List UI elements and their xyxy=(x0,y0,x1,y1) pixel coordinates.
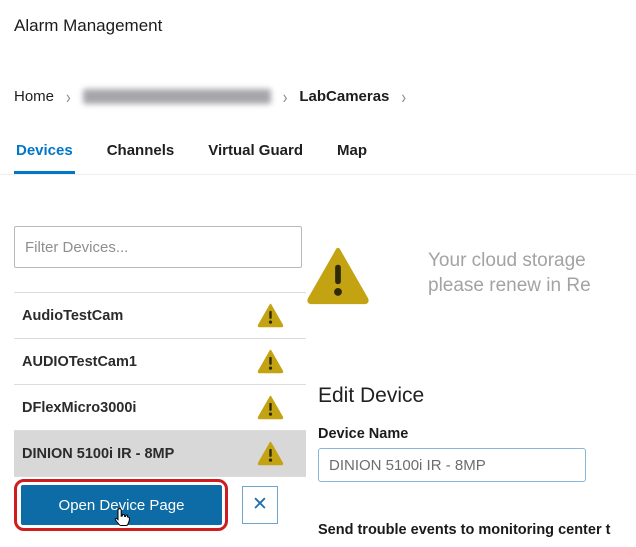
warning-line-2: please renew in Re xyxy=(428,273,591,298)
tab-channels[interactable]: Channels xyxy=(105,138,177,174)
device-name: AudioTestCam xyxy=(22,308,123,324)
warning-icon xyxy=(257,395,284,420)
tab-devices[interactable]: Devices xyxy=(14,138,75,174)
edit-device-title: Edit Device xyxy=(318,384,424,408)
warning-icon xyxy=(257,441,284,466)
device-name-label: Device Name xyxy=(318,426,408,442)
warning-icon xyxy=(257,303,284,328)
warning-line-1: Your cloud storage xyxy=(428,248,591,273)
breadcrumb-chevron-icon: › xyxy=(283,86,288,107)
breadcrumb-chevron-icon: › xyxy=(401,86,406,107)
device-row[interactable]: DFlexMicro3000i xyxy=(14,385,306,431)
cloud-storage-warning-icon xyxy=(305,246,371,306)
cloud-storage-warning-text: Your cloud storage please renew in Re xyxy=(428,248,591,298)
warning-icon xyxy=(257,349,284,374)
device-row-selected[interactable]: DINION 5100i IR - 8MP xyxy=(14,431,306,477)
device-name: AUDIOTestCam1 xyxy=(22,354,137,370)
page-title: Alarm Management xyxy=(14,16,162,36)
tab-virtual-guard[interactable]: Virtual Guard xyxy=(206,138,305,174)
device-name: DINION 5100i IR - 8MP xyxy=(22,446,174,462)
close-icon[interactable]: ✕ xyxy=(242,486,278,524)
filter-devices-input[interactable] xyxy=(14,226,302,268)
breadcrumb-labcameras[interactable]: LabCameras xyxy=(299,88,389,105)
breadcrumb: Home › › LabCameras › xyxy=(14,88,418,105)
breadcrumb-redacted-segment[interactable] xyxy=(83,89,271,104)
tab-bar: Devices Channels Virtual Guard Map xyxy=(0,138,636,175)
tab-map[interactable]: Map xyxy=(335,138,369,174)
breadcrumb-chevron-icon: › xyxy=(66,86,71,107)
device-row[interactable]: AudioTestCam xyxy=(14,292,306,339)
device-row[interactable]: AUDIOTestCam1 xyxy=(14,339,306,385)
device-list: AudioTestCam AUDIOTestCam1 DFlexMicro300… xyxy=(14,292,306,535)
trouble-events-label: Send trouble events to monitoring center… xyxy=(318,522,610,538)
device-name-input[interactable] xyxy=(318,448,586,482)
device-action-row: Open Device Page ✕ xyxy=(14,477,306,535)
device-name: DFlexMicro3000i xyxy=(22,400,136,416)
device-list-panel: AudioTestCam AUDIOTestCam1 DFlexMicro300… xyxy=(14,226,306,535)
open-device-page-button[interactable]: Open Device Page xyxy=(21,485,222,525)
breadcrumb-home[interactable]: Home xyxy=(14,88,54,105)
